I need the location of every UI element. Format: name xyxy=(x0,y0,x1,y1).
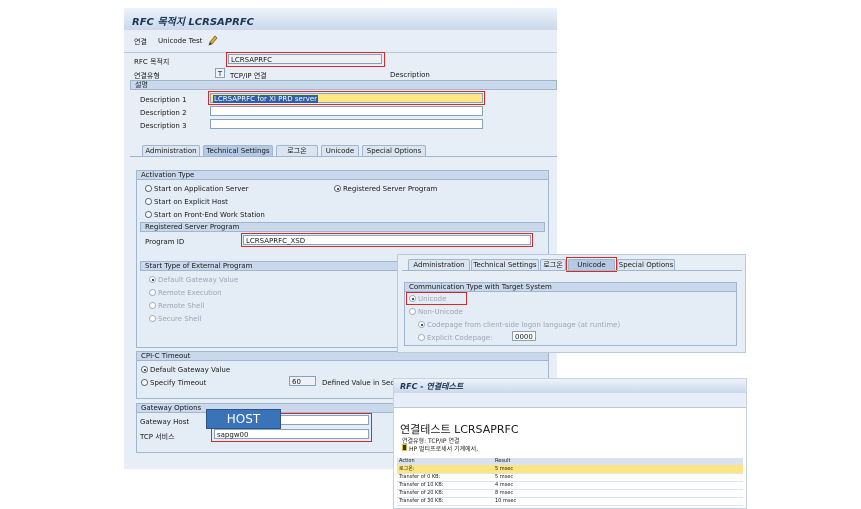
tab-logon[interactable]: 로그온 xyxy=(276,145,318,156)
row-result: 4 msec xyxy=(495,482,514,488)
description-caption: Description xyxy=(390,71,430,79)
start-explicit-host-label: Start on Explicit Host xyxy=(154,198,228,206)
secure-shell-label: Secure Shell xyxy=(158,315,202,323)
popup-tab-logon[interactable]: 로그온 xyxy=(540,259,566,270)
test-window-title: RFC - 연결테스트 xyxy=(400,382,464,391)
title-bar: RFC 목적지 LCRSAPRFC xyxy=(124,8,557,31)
col-action-header: Action xyxy=(399,458,415,464)
desc3-field[interactable] xyxy=(210,119,483,129)
radio-codepage-client[interactable] xyxy=(418,321,425,328)
tab-divider xyxy=(130,156,557,157)
tab-administration[interactable]: Administration xyxy=(142,145,200,156)
rfc-destination-label: RFC 목적지 xyxy=(134,58,170,66)
unicode-test-button[interactable]: Unicode Test xyxy=(158,37,202,45)
defined-value-label: Defined Value in Seco xyxy=(322,379,399,387)
test-title-bar: RFC - 연결테스트 xyxy=(394,379,746,394)
row-action: Transfer of 30 KB: xyxy=(399,498,444,504)
connection-type-code[interactable]: T xyxy=(215,68,225,78)
codepage-field[interactable]: 0000 xyxy=(512,331,536,341)
row-action: Transfer of 20 KB: xyxy=(399,490,444,496)
col-result-header: Result xyxy=(495,458,511,464)
connect-button[interactable]: 연결 xyxy=(134,37,147,47)
activation-type-header: Activation Type xyxy=(136,170,549,180)
timeout-field[interactable]: 60 xyxy=(289,376,316,386)
connection-test-window: RFC - 연결테스트 연결테스트 LCRSAPRFC 연결유형: TCP/IP… xyxy=(393,378,747,509)
results-table-header: Action Result xyxy=(397,458,743,465)
radio-non-unicode[interactable] xyxy=(409,308,416,315)
host-badge: HOST xyxy=(206,409,281,429)
row-action: Transfer of 0 KB: xyxy=(399,474,441,480)
desc2-field[interactable] xyxy=(210,106,483,116)
unicode-option-highlight xyxy=(406,292,467,305)
toolbar: 연결 Unicode Test xyxy=(124,30,557,53)
communication-type-header: Communication Type with Target System xyxy=(404,282,737,292)
test-heading: 연결테스트 LCRSAPRFC xyxy=(400,423,519,436)
gateway-host-label: Gateway Host xyxy=(140,418,190,426)
radio-default-gateway-start[interactable] xyxy=(149,276,156,283)
tab-technical-settings[interactable]: Technical Settings xyxy=(203,145,273,156)
table-row[interactable]: Transfer of 30 KB: 10 msec xyxy=(397,497,743,506)
radio-specify-timeout[interactable] xyxy=(141,379,148,386)
start-frontend-label: Start on Front-End Work Station xyxy=(154,211,265,219)
row-result: 8 msec xyxy=(495,490,514,496)
rfc-destination-highlight xyxy=(226,52,385,67)
explicit-codepage-label: Explicit Codepage: xyxy=(427,334,493,342)
test-host-line: HP 멀티프로세서 기계에서, xyxy=(409,446,479,453)
radio-remote-shell[interactable] xyxy=(149,302,156,309)
default-gateway-timeout-label: Default Gateway Value xyxy=(150,366,231,374)
radio-start-explicit-host[interactable] xyxy=(145,198,152,205)
desc3-label: Description 3 xyxy=(140,122,187,130)
start-app-server-label: Start on Application Server xyxy=(154,185,249,193)
row-action: 로그온: xyxy=(399,466,415,472)
desc1-label: Description 1 xyxy=(140,96,187,104)
popup-tab-divider xyxy=(402,270,742,271)
tab-unicode[interactable]: Unicode xyxy=(321,145,359,156)
test-toolbar xyxy=(394,393,746,408)
popup-tab-administration[interactable]: Administration xyxy=(408,259,470,270)
radio-secure-shell[interactable] xyxy=(149,315,156,322)
specify-timeout-label: Specify Timeout xyxy=(150,379,207,387)
radio-remote-execution[interactable] xyxy=(149,289,156,296)
row-result: 10 msec xyxy=(495,498,517,504)
non-unicode-label: Non-Unicode xyxy=(418,308,463,316)
edit-pencil-icon[interactable] xyxy=(208,34,218,46)
remote-shell-label: Remote Shell xyxy=(158,302,205,310)
popup-tab-special-options[interactable]: Special Options xyxy=(617,259,675,270)
program-id-highlight xyxy=(241,233,533,247)
unicode-tab-panel: Administration Technical Settings 로그온 Un… xyxy=(397,254,746,353)
desc2-label: Description 2 xyxy=(140,109,187,117)
radio-registered-server[interactable] xyxy=(334,185,341,192)
radio-default-gateway-timeout[interactable] xyxy=(141,366,148,373)
tab-special-options[interactable]: Special Options xyxy=(362,145,426,156)
description-section-header: 설명 xyxy=(130,80,557,90)
radio-start-frontend[interactable] xyxy=(145,211,152,218)
row-result: 5 msec xyxy=(495,466,514,472)
row-result: 5 msec xyxy=(495,474,514,480)
registered-program-header: Registered Server Program xyxy=(140,222,545,232)
radio-explicit-codepage[interactable] xyxy=(418,334,425,341)
info-icon xyxy=(402,444,407,451)
radio-start-app-server[interactable] xyxy=(145,185,152,192)
registered-server-label: Registered Server Program xyxy=(343,185,438,193)
row-action: Transfer of 10 KB: xyxy=(399,482,444,488)
default-gateway-start-label: Default Gateway Value xyxy=(158,276,239,284)
tcp-service-label: TCP 서비스 xyxy=(140,433,175,441)
remote-execution-label: Remote Execution xyxy=(158,289,222,297)
codepage-client-label: Codepage from client-side logon language… xyxy=(427,321,621,329)
popup-tab-technical-settings[interactable]: Technical Settings xyxy=(471,259,539,270)
desc1-highlight xyxy=(208,91,485,105)
program-id-label: Program ID xyxy=(145,238,185,246)
window-title: RFC 목적지 LCRSAPRFC xyxy=(132,17,254,28)
